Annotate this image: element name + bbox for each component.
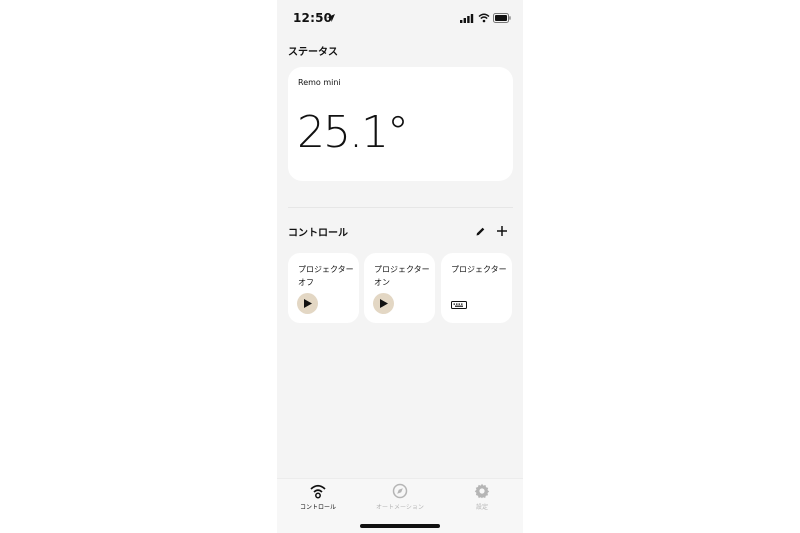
control-section-title: コントロール <box>288 228 348 239</box>
location-arrow-icon <box>327 14 335 22</box>
control-item-label: プロジェクター <box>451 265 507 274</box>
tab-label: コントロール <box>299 504 336 511</box>
battery-icon <box>493 13 511 23</box>
tab-label: 設定 <box>475 504 488 511</box>
phone-screen: 12:50 ステータス Remo mini 25.1° コントロール プロジェク… <box>277 0 523 533</box>
remote-keyboard-icon <box>451 301 467 309</box>
tab-automation[interactable]: オートメーション <box>359 483 441 523</box>
edit-icon[interactable] <box>475 226 486 237</box>
tab-label: オートメーション <box>376 504 424 511</box>
status-bar: 12:50 <box>277 0 523 38</box>
tab-control[interactable]: コントロール <box>277 483 359 523</box>
device-name: Remo mini <box>298 78 341 87</box>
add-icon[interactable] <box>496 225 508 237</box>
wifi-icon <box>478 13 490 23</box>
status-section-title: ステータス <box>288 47 338 58</box>
control-item-label: プロジェクターオフ <box>298 265 354 287</box>
play-button[interactable] <box>373 293 394 314</box>
status-card[interactable]: Remo mini 25.1° <box>288 67 513 181</box>
play-icon <box>380 299 388 308</box>
tab-settings[interactable]: 設定 <box>441 483 523 523</box>
control-item-projector-on[interactable]: プロジェクターオン <box>364 253 435 323</box>
control-item-projector[interactable]: プロジェクター <box>441 253 512 323</box>
play-button[interactable] <box>297 293 318 314</box>
temperature-readout: 25.1° <box>297 107 409 158</box>
home-indicator[interactable] <box>360 524 440 528</box>
section-divider <box>288 207 513 208</box>
cellular-signal-icon <box>460 14 474 23</box>
wifi-remote-icon <box>310 484 326 499</box>
gear-icon <box>474 483 490 499</box>
compass-icon <box>392 483 408 499</box>
control-item-projector-off[interactable]: プロジェクターオフ <box>288 253 359 323</box>
play-icon <box>304 299 312 308</box>
control-item-label: プロジェクターオン <box>374 265 430 287</box>
